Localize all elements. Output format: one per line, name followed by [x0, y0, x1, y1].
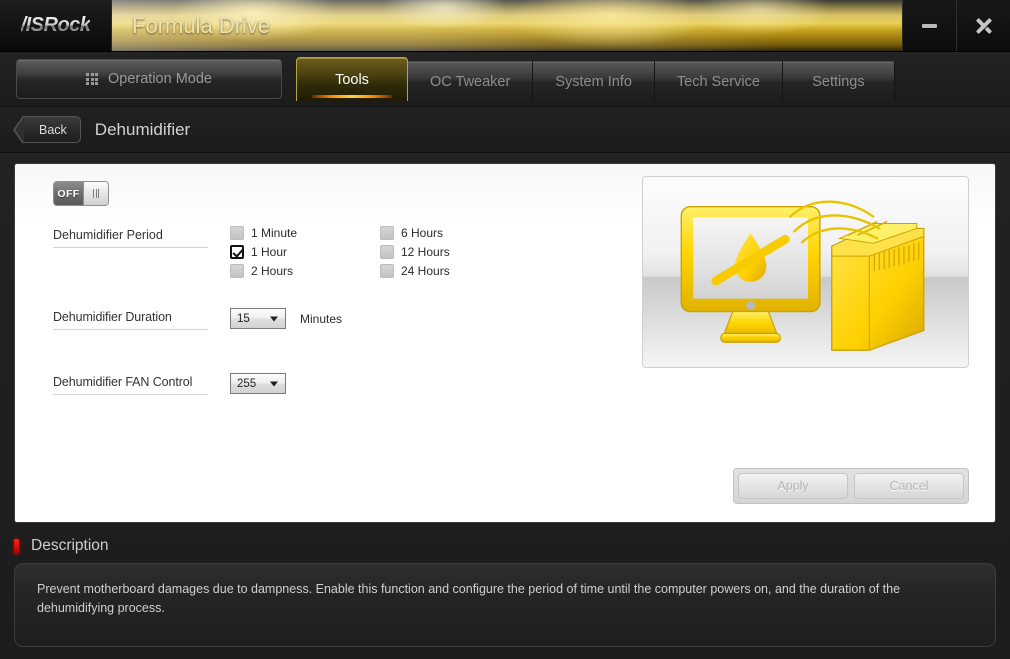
close-icon: [975, 17, 992, 34]
period-option-6-hours-label: 6 Hours: [401, 226, 444, 240]
description-text: Prevent motherboard damages due to dampn…: [14, 563, 996, 647]
duration-control-group: 15 Minutes: [230, 308, 342, 329]
asrock-logo: /ISRock: [0, 0, 112, 51]
period-option-1-hour[interactable]: 1 Hour: [230, 245, 380, 259]
app-title: Formula Drive: [132, 12, 271, 38]
fan-control-dropdown-value: 255: [237, 377, 257, 390]
tab-settings-label: Settings: [812, 73, 865, 90]
dehumidifier-illustration: [642, 176, 969, 368]
checkbox-icon: [380, 264, 394, 278]
period-option-12-hours-label: 12 Hours: [401, 245, 450, 259]
period-option-24-hours[interactable]: 24 Hours: [380, 264, 530, 278]
period-option-12-hours[interactable]: 12 Hours: [380, 245, 530, 259]
tab-tech-service-label: Tech Service: [676, 73, 760, 90]
period-option-2-hours-label: 2 Hours: [251, 264, 294, 278]
apply-button-label: Apply: [777, 479, 809, 493]
fan-control-label: Dehumidifier FAN Control: [53, 375, 208, 395]
dehumidifier-form: Dehumidifier Period 1 Minute 1 Hour 2 Ho…: [53, 226, 613, 395]
duration-dropdown-value: 15: [237, 312, 250, 325]
period-options-col1: 1 Minute 1 Hour 2 Hours: [230, 226, 380, 278]
window-controls: [902, 0, 1010, 51]
period-options-col2: 6 Hours 12 Hours 24 Hours: [380, 226, 530, 278]
minimize-icon: [922, 23, 937, 28]
breadcrumb: Back Dehumidifier: [0, 107, 1010, 153]
back-button[interactable]: Back: [13, 116, 81, 144]
period-row: Dehumidifier Period 1 Minute 1 Hour 2 Ho…: [53, 226, 613, 278]
checkbox-icon: [380, 245, 394, 259]
grid-icon: [86, 73, 98, 85]
tab-system-info[interactable]: System Info: [533, 61, 655, 101]
minimize-button[interactable]: [902, 0, 956, 51]
tab-tech-service[interactable]: Tech Service: [654, 61, 783, 101]
checkbox-icon: [230, 226, 244, 240]
operation-mode-label: Operation Mode: [108, 71, 212, 87]
tab-bar: Operation Mode Tools OC Tweaker System I…: [0, 52, 1010, 107]
header-banner: Formula Drive: [112, 0, 902, 51]
operation-mode-button[interactable]: Operation Mode: [16, 59, 282, 99]
period-label: Dehumidifier Period: [53, 228, 208, 248]
tab-tools-label: Tools: [335, 71, 369, 88]
tab-oc-tweaker[interactable]: OC Tweaker: [408, 61, 534, 101]
dehumidifier-panel: OFF Dehumidifier Period 1 Minute 1 Hour …: [14, 163, 996, 523]
period-option-24-hours-label: 24 Hours: [401, 264, 450, 278]
toggle-state-label: OFF: [54, 182, 83, 205]
asrock-logo-text: /ISRock: [20, 14, 91, 36]
tab-oc-tweaker-label: OC Tweaker: [430, 73, 511, 90]
tab-system-info-label: System Info: [555, 73, 632, 90]
period-option-6-hours[interactable]: 6 Hours: [380, 226, 530, 240]
cancel-button[interactable]: Cancel: [854, 473, 964, 499]
description-title: Description: [31, 537, 109, 554]
duration-row: Dehumidifier Duration 15 Minutes: [53, 308, 613, 330]
cancel-button-label: Cancel: [889, 479, 929, 493]
close-button[interactable]: [956, 0, 1010, 51]
checkbox-checked-icon: [230, 245, 244, 259]
period-option-1-minute-label: 1 Minute: [251, 226, 298, 240]
formula-drive-window: /ISRock Formula Drive Operation Mode Too…: [0, 0, 1010, 659]
period-option-1-hour-label: 1 Hour: [251, 245, 288, 259]
fan-control-dropdown[interactable]: 255: [230, 373, 286, 394]
duration-unit-label: Minutes: [300, 311, 343, 326]
action-buttons: Apply Cancel: [733, 468, 969, 504]
period-option-2-hours[interactable]: 2 Hours: [230, 264, 380, 278]
toggle-knob: [83, 182, 108, 205]
checkbox-icon: [230, 264, 244, 278]
duration-label: Dehumidifier Duration: [53, 310, 208, 330]
fan-control-group: 255: [230, 373, 286, 394]
back-button-label: Back: [39, 122, 67, 137]
tab-list: Tools OC Tweaker System Info Tech Servic…: [296, 57, 895, 101]
apply-button[interactable]: Apply: [738, 473, 848, 499]
tab-settings[interactable]: Settings: [782, 61, 895, 101]
dehumidifier-power-toggle[interactable]: OFF: [53, 181, 109, 206]
description-marker-icon: [14, 538, 19, 554]
chevron-down-icon: [270, 381, 278, 386]
fan-control-row: Dehumidifier FAN Control 255: [53, 373, 613, 395]
main-content: OFF Dehumidifier Period 1 Minute 1 Hour …: [0, 153, 1010, 523]
duration-dropdown[interactable]: 15: [230, 308, 286, 329]
description-header: Description: [0, 523, 1010, 563]
page-title: Dehumidifier: [94, 119, 191, 139]
chevron-down-icon: [270, 316, 278, 321]
tab-tools[interactable]: Tools: [296, 57, 408, 101]
title-bar: /ISRock Formula Drive: [0, 0, 1010, 52]
checkbox-icon: [380, 226, 394, 240]
illustration-graphic: [680, 200, 925, 351]
period-option-1-minute[interactable]: 1 Minute: [230, 226, 380, 240]
